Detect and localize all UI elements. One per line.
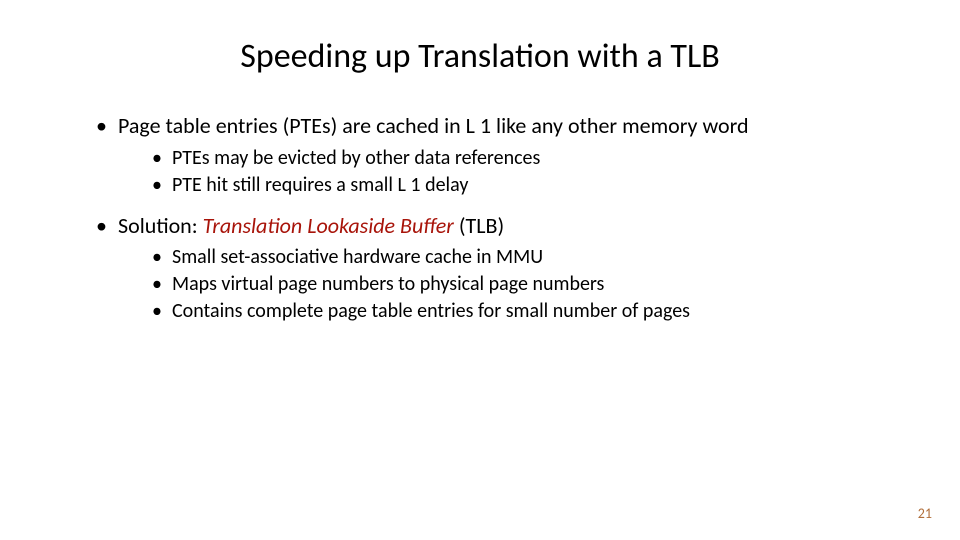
bullet-pte-evicted: PTEs may be evicted by other data refere… (152, 146, 900, 171)
slide: Speeding up Translation with a TLB Page … (0, 0, 960, 540)
bullet-list-level1: Page table entries (PTEs) are cached in … (96, 112, 900, 324)
bullet-tlb-contains: Contains complete page table entries for… (152, 299, 900, 324)
solution-term: Translation Lookaside Buffer (203, 212, 454, 239)
bullet-list-level2: Small set-associative hardware cache in … (118, 245, 900, 324)
bullet-solution-tlb: Solution: Translation Lookaside Buffer (… (96, 212, 900, 325)
slide-title: Speeding up Translation with a TLB (0, 36, 960, 77)
page-number: 21 (918, 505, 932, 522)
bullet-pte-cached: Page table entries (PTEs) are cached in … (96, 112, 900, 198)
bullet-text: Page table entries (PTEs) are cached in … (118, 112, 749, 139)
bullet-tlb-maps: Maps virtual page numbers to physical pa… (152, 272, 900, 297)
solution-prefix: Solution: (118, 212, 203, 239)
solution-abbr: (TLB) (454, 212, 504, 239)
bullet-pte-hit-delay: PTE hit still requires a small L 1 delay (152, 173, 900, 198)
slide-body: Page table entries (PTEs) are cached in … (96, 112, 900, 338)
bullet-tlb-cache: Small set-associative hardware cache in … (152, 245, 900, 270)
bullet-list-level2: PTEs may be evicted by other data refere… (118, 146, 900, 198)
